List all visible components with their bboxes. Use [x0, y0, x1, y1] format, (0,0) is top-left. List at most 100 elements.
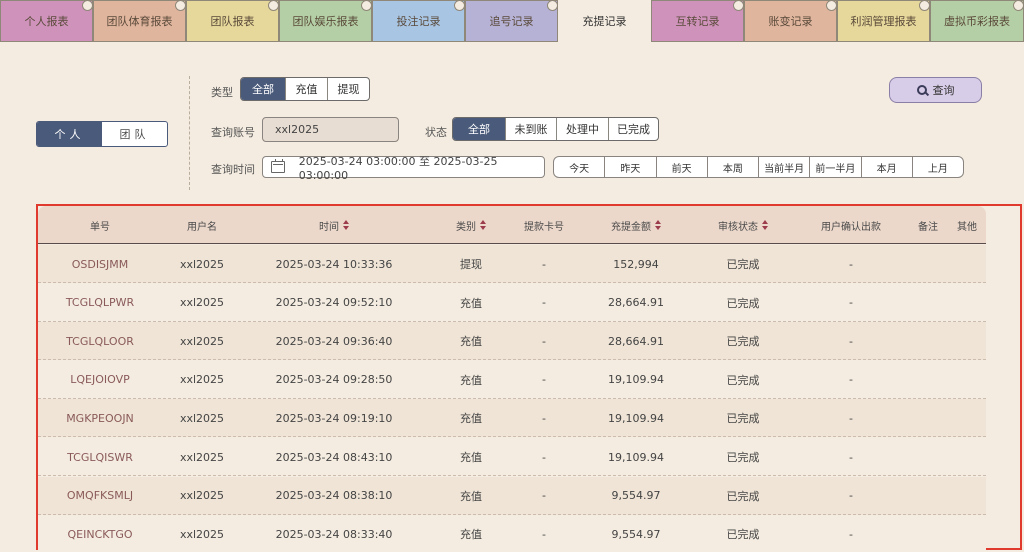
range-this-week-button[interactable]: 本周 — [706, 157, 758, 177]
range-this-month-button[interactable]: 本月 — [860, 157, 912, 177]
cell-time: 2025-03-24 08:43:10 — [275, 450, 393, 464]
cell-username: xxl2025 — [179, 527, 225, 541]
cell-user-confirm: - — [849, 373, 853, 387]
table-row[interactable]: TCGLQLPWR xxl2025 2025-03-24 09:52:10 充值 - 28… — [38, 283, 986, 322]
query-button-label: 查询 — [932, 84, 955, 97]
header-card-no: 提款卡号 — [524, 221, 564, 233]
cell-username: xxl2025 — [179, 296, 225, 310]
header-amount[interactable]: 充提金额 — [572, 206, 700, 244]
tab-chase-records[interactable]: 追号记录 — [465, 0, 558, 42]
type-all-button[interactable]: 全部 — [241, 78, 285, 100]
cell-time: 2025-03-24 09:19:10 — [275, 411, 393, 425]
calendar-icon — [271, 159, 285, 173]
cell-order-no: MGKPEOOJN — [66, 411, 134, 425]
header-category[interactable]: 类别 — [426, 206, 516, 244]
cell-user-confirm: - — [849, 489, 853, 503]
cell-category: 充值 — [460, 528, 482, 542]
scope-personal-button[interactable]: 个人 — [37, 122, 102, 146]
cell-category: 充值 — [460, 451, 482, 464]
table-row[interactable]: TCGLQLOOR xxl2025 2025-03-24 09:36:40 充值 - 28… — [38, 322, 986, 361]
cell-order-no: TCGLQLPWR — [65, 296, 135, 310]
table-row[interactable]: MGKPEOOJN xxl2025 2025-03-24 09:19:10 充值 - 19… — [38, 399, 986, 438]
tab-bet-records[interactable]: 投注记录 — [372, 0, 465, 42]
status-all-button[interactable]: 全部 — [453, 118, 505, 140]
cell-review-status: 已完成 — [726, 451, 760, 464]
cell-user-confirm: - — [849, 411, 853, 425]
report-tabs: 个人报表 团队体育报表 团队报表 团队娱乐报表 投注记录 追号记录 充提记录 互… — [0, 0, 1024, 42]
range-today-button[interactable]: 今天 — [554, 157, 604, 177]
cell-category: 充值 — [460, 335, 482, 349]
date-range-input[interactable]: 2025-03-24 03:00:00 至 2025-03-25 03:00:0… — [262, 155, 545, 182]
range-day-before-button[interactable]: 前天 — [655, 157, 707, 177]
cell-category: 提现 — [460, 258, 482, 271]
cell-time: 2025-03-24 09:28:50 — [275, 373, 393, 387]
type-deposit-button[interactable]: 充值 — [285, 78, 327, 100]
quick-range-group: 今天 昨天 前天 本周 当前半月 前一半月 本月 上月 — [553, 156, 964, 178]
type-filter: 全部 充值 提现 — [240, 77, 370, 101]
tab-virtual-coin-lottery-report[interactable]: 虚拟币彩报表 — [930, 0, 1024, 42]
cell-review-status: 已完成 — [726, 373, 760, 387]
header-remark: 备注 — [918, 221, 938, 233]
sort-icon — [762, 220, 768, 230]
tab-team-sports-report[interactable]: 团队体育报表 — [93, 0, 186, 42]
header-time[interactable]: 时间 — [242, 206, 426, 244]
range-previous-half-month-button[interactable]: 前一半月 — [809, 157, 860, 177]
table-row[interactable]: TCGLQISWR xxl2025 2025-03-24 08:43:10 充值 - 19… — [38, 438, 986, 476]
status-filter: 全部 未到账 处理中 已完成 — [452, 117, 659, 141]
table-row[interactable]: LQEJOIOVP xxl2025 2025-03-24 09:28:50 充值 - 19… — [38, 360, 986, 399]
cell-card-no: - — [542, 334, 546, 348]
cell-user-confirm: - — [849, 296, 853, 310]
cell-username: xxl2025 — [179, 334, 225, 348]
cell-time: 2025-03-24 09:36:40 — [275, 334, 393, 348]
cell-amount: 19,109.94 — [608, 373, 664, 387]
cell-category: 充值 — [460, 412, 482, 426]
cell-card-no: - — [542, 373, 546, 387]
account-input[interactable]: xxl2025 — [262, 117, 399, 142]
cell-order-no: QEINCKTGO — [67, 527, 133, 541]
table-row[interactable]: OSDISJMM xxl2025 2025-03-24 10:33:36 提现 - 152… — [38, 245, 986, 283]
query-button[interactable]: 查询 — [889, 77, 982, 103]
cell-username: xxl2025 — [179, 373, 225, 387]
cell-user-confirm: - — [849, 334, 853, 348]
status-pending-button[interactable]: 未到账 — [505, 118, 556, 140]
cell-username: xxl2025 — [179, 411, 225, 425]
sort-icon — [655, 220, 661, 230]
status-completed-button[interactable]: 已完成 — [608, 118, 658, 140]
cell-category: 充值 — [460, 489, 482, 503]
date-range-value: 2025-03-24 03:00:00 至 2025-03-25 03:00:0… — [298, 154, 498, 182]
cell-card-no: - — [542, 411, 546, 425]
tab-personal-report[interactable]: 个人报表 — [0, 0, 93, 42]
cell-card-no: - — [542, 527, 546, 541]
status-label: 状态 — [425, 126, 447, 139]
range-last-month-button[interactable]: 上月 — [911, 157, 963, 177]
tab-team-entertainment-report[interactable]: 团队娱乐报表 — [279, 0, 372, 42]
tab-deposit-withdraw-records[interactable]: 充提记录 — [558, 0, 651, 42]
type-withdraw-button[interactable]: 提现 — [327, 78, 369, 100]
tab-account-change-records[interactable]: 账变记录 — [744, 0, 837, 42]
tab-profit-management-report[interactable]: 利润管理报表 — [837, 0, 930, 42]
cell-card-no: - — [542, 257, 546, 271]
cell-review-status: 已完成 — [726, 258, 760, 271]
cell-username: xxl2025 — [179, 450, 225, 464]
table-row[interactable]: OMQFKSMLJ xxl2025 2025-03-24 08:38:10 充值 - 9,… — [38, 476, 986, 515]
tab-transfer-records[interactable]: 互转记录 — [651, 0, 744, 42]
cell-amount: 19,109.94 — [608, 450, 664, 464]
sort-icon — [343, 220, 349, 230]
cell-user-confirm: - — [849, 450, 853, 464]
cell-time: 2025-03-24 09:52:10 — [275, 296, 393, 310]
status-processing-button[interactable]: 处理中 — [556, 118, 608, 140]
table-row[interactable]: QEINCKTGO xxl2025 2025-03-24 08:33:40 充值 - 9,… — [38, 515, 986, 552]
cell-card-no: - — [542, 450, 546, 464]
scope-team-button[interactable]: 团队 — [102, 122, 167, 146]
cell-review-status: 已完成 — [726, 335, 760, 349]
cell-amount: 19,109.94 — [608, 411, 664, 425]
cell-review-status: 已完成 — [726, 412, 760, 426]
range-yesterday-button[interactable]: 昨天 — [604, 157, 655, 177]
type-label: 类型 — [211, 86, 233, 99]
cell-time: 2025-03-24 08:38:10 — [275, 489, 393, 503]
tab-team-report[interactable]: 团队报表 — [186, 0, 279, 42]
time-label: 查询时间 — [211, 163, 255, 176]
range-current-half-month-button[interactable]: 当前半月 — [758, 157, 809, 177]
cell-category: 充值 — [460, 373, 482, 387]
header-review-status[interactable]: 审核状态 — [700, 206, 786, 244]
